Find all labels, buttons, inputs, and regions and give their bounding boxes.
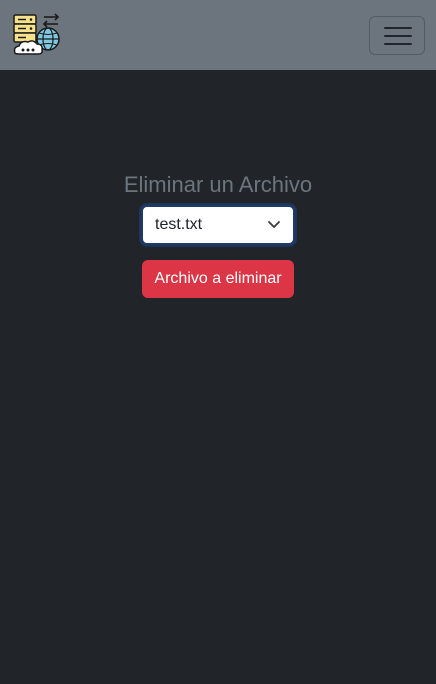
file-select-value: test.txt	[155, 216, 203, 233]
delete-file-button[interactable]: Archivo a eliminar	[142, 260, 294, 298]
file-select[interactable]: test.txt	[141, 205, 295, 245]
navbar-toggler-button[interactable]	[369, 16, 425, 55]
navbar	[0, 0, 436, 70]
page-title: Eliminar un Archivo	[123, 172, 313, 197]
chevron-down-icon	[268, 221, 280, 228]
server-cloud-globe-icon[interactable]	[11, 11, 63, 59]
hamburger-menu-icon	[384, 27, 412, 45]
